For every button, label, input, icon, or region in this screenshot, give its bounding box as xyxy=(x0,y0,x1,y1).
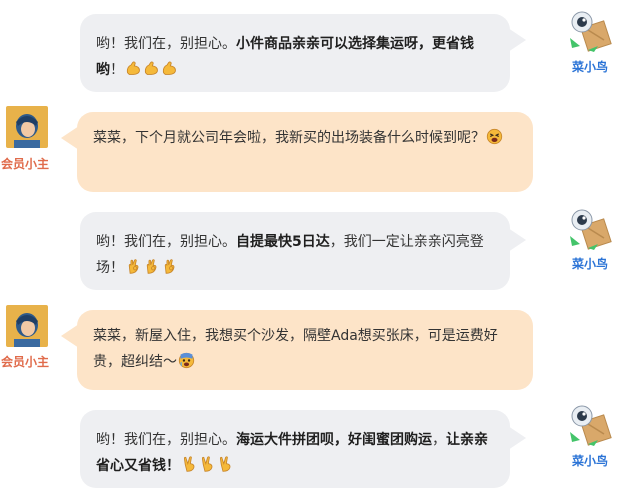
bot-name: 菜小鸟 xyxy=(571,257,608,271)
victory-hand-icon xyxy=(180,456,234,474)
chat-message-bot: 哟！我们在，别担心。小件商品亲亲可以选择集运呀，更省钱哟！ 菜小鸟 xyxy=(0,0,623,100)
message-text: 哟！我们在，别担心。 xyxy=(96,432,236,448)
bot-name: 菜小鸟 xyxy=(571,60,608,74)
chat-bubble: 哟！我们在，别担心。小件商品亲亲可以选择集运呀，更省钱哟！ xyxy=(80,14,510,92)
chat-bubble: 哟！我们在，别担心。自提最快5日达，我们一定让亲亲闪亮登场！ xyxy=(80,212,510,290)
user-avatar xyxy=(6,305,48,347)
bubble-tail xyxy=(508,28,526,52)
bot-name: 菜小鸟 xyxy=(571,454,608,468)
message-bold-text: 自提最快5日达 xyxy=(236,234,330,250)
bubble-tail xyxy=(508,426,526,450)
chat-bubble: 菜菜，新屋入住，我想买个沙发，隔壁Ada想买张床，可是运费好贵，超纠结～ xyxy=(77,310,533,390)
chat-message-bot: 哟！我们在，别担心。自提最快5日达，我们一定让亲亲闪亮登场！ 菜小鸟 xyxy=(0,200,623,300)
ok-hand-icon xyxy=(124,259,178,276)
message-text: 哟！我们在，别担心。 xyxy=(96,234,236,250)
user-name: 会员小主 xyxy=(1,355,50,369)
message-text: 菜菜，新屋入住，我想买个沙发，隔壁Ada想买张床，可是运费好贵，超纠结～ xyxy=(93,328,498,370)
bot-avatar xyxy=(568,404,612,446)
user-name: 会员小主 xyxy=(1,157,50,171)
fearful-face-icon xyxy=(177,352,195,370)
chat-bubble: 菜菜，下个月就公司年会啦，我新买的出场装备什么时候到呢？ xyxy=(77,112,533,192)
tired-face-icon xyxy=(485,128,503,146)
message-bold-text: 海运大件拼团呗，好闺蜜团购运 xyxy=(236,432,432,448)
bubble-tail xyxy=(508,228,526,252)
message-text: ！ xyxy=(110,62,124,78)
user-avatar xyxy=(6,106,48,148)
message-text: 哟！我们在，别担心。 xyxy=(96,36,236,52)
chat-message-bot: 哟！我们在，别担心。海运大件拼团呗，好闺蜜团购运，让亲亲省心又省钱！ 菜小鸟 xyxy=(0,398,623,493)
chat-message-user: 会员小主 菜菜，新屋入住，我想买个沙发，隔壁Ada想买张床，可是运费好贵，超纠结… xyxy=(0,300,623,395)
bot-avatar xyxy=(568,10,612,52)
message-text: 菜菜，下个月就公司年会啦，我新买的出场装备什么时候到呢？ xyxy=(93,130,485,146)
message-text: ， xyxy=(432,432,446,448)
flexed-biceps-icon xyxy=(124,61,178,78)
chat-message-user: 会员小主 菜菜，下个月就公司年会啦，我新买的出场装备什么时候到呢？ xyxy=(0,100,623,200)
bot-avatar xyxy=(568,208,612,250)
chat-bubble: 哟！我们在，别担心。海运大件拼团呗，好闺蜜团购运，让亲亲省心又省钱！ xyxy=(80,410,510,488)
